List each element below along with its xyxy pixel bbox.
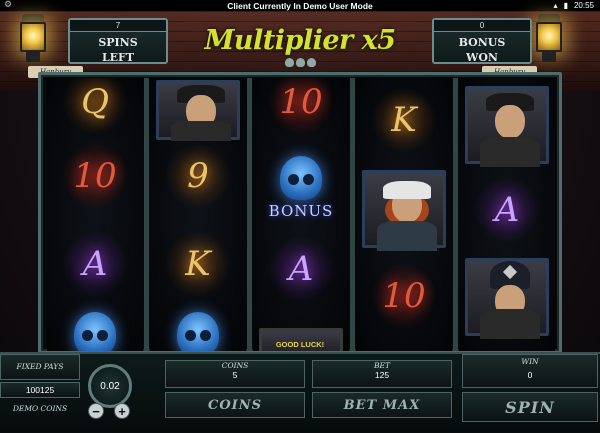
skull-ornament-icon (283, 58, 317, 70)
spins-left-label: SPINS LEFT (98, 36, 138, 64)
reel-symbol: A (47, 228, 143, 300)
bet-value: 125 (374, 370, 390, 380)
bonus-skull-symbol-icon: BONUS (253, 150, 349, 230)
reel-divider (247, 78, 252, 351)
bet-max-button[interactable]: BET MAX (312, 392, 452, 418)
coin-increase-button[interactable]: + (114, 403, 130, 419)
reel-2: 9 K (150, 78, 246, 351)
reel-symbol: 10 (356, 260, 452, 332)
reel-symbol: A (253, 233, 349, 305)
multiplier-title: Multiplier x5 (204, 25, 396, 56)
reels-frame: Q 10 A 9 K 10 BONUS A K 10 A (38, 72, 562, 354)
balance-value: 100125 (25, 385, 55, 395)
reel-3: 10 BONUS A (253, 78, 349, 351)
lady-symbol-icon (362, 170, 446, 251)
status-message: GOOD LUCK! (275, 340, 325, 349)
spin-button[interactable]: SPIN (462, 392, 598, 422)
reel-symbol: 9 (150, 140, 246, 212)
spins-left-panel: 7 SPINS LEFT (68, 18, 168, 64)
wifi-icon: ▴ (553, 1, 558, 10)
bonus-won-count: 0 (434, 20, 530, 32)
reel-5: A (459, 78, 555, 351)
paylines-label: FIXED PAYS (16, 362, 64, 371)
coins-label: COINS (221, 361, 249, 370)
reel-symbol: K (356, 84, 452, 156)
reel-4: K 10 (356, 78, 452, 351)
reel-symbol: K (150, 228, 246, 300)
street-lamp-left-icon (16, 14, 50, 64)
battery-icon: ▮ (563, 1, 568, 10)
reel-divider (144, 78, 149, 351)
clock: 20:55 (573, 1, 594, 10)
reel-symbol: 10 (47, 140, 143, 212)
settings-icon[interactable]: ⚙ (4, 0, 12, 11)
balance-label: DEMO COINS (12, 404, 68, 413)
paylines-panel: FIXED PAYS (0, 354, 80, 380)
spins-left-count: 7 (70, 20, 166, 32)
win-label: WIN (521, 357, 539, 366)
bobby-symbol-icon (465, 258, 549, 339)
reel-1: Q 10 A (47, 78, 143, 351)
reel-divider (453, 78, 458, 351)
win-panel: WIN 0 (462, 354, 598, 388)
bonus-won-label: BONUS WON (458, 36, 506, 64)
policeman-symbol-icon (156, 80, 240, 141)
system-bar: ⚙ Client Currently In Demo User Mode ▴ ▮… (0, 0, 600, 11)
coin-size-dial[interactable]: 0.02 (88, 364, 132, 408)
balance-panel: 100125 (0, 382, 80, 398)
win-value: 0 (527, 370, 533, 380)
reel-divider (350, 78, 355, 351)
street-lamp-right-icon (532, 14, 566, 64)
bonus-label: BONUS (268, 202, 334, 220)
coins-panel: COINS 5 (165, 360, 305, 388)
system-status: ▴ ▮ 20:55 (554, 0, 594, 11)
coin-decrease-button[interactable]: − (88, 403, 104, 419)
bet-label: BET (374, 361, 390, 370)
gentleman-symbol-icon (465, 86, 549, 167)
bet-panel: BET 125 (312, 360, 452, 388)
reel-symbol: Q (47, 78, 143, 138)
reel-symbol: A (459, 174, 555, 246)
reel-symbol: 10 (253, 78, 349, 138)
coins-button[interactable]: COINS (165, 392, 305, 418)
demo-mode-message: Client Currently In Demo User Mode (227, 0, 373, 11)
coins-value: 5 (232, 370, 238, 380)
bonus-won-panel: 0 BONUS WON (432, 18, 532, 64)
